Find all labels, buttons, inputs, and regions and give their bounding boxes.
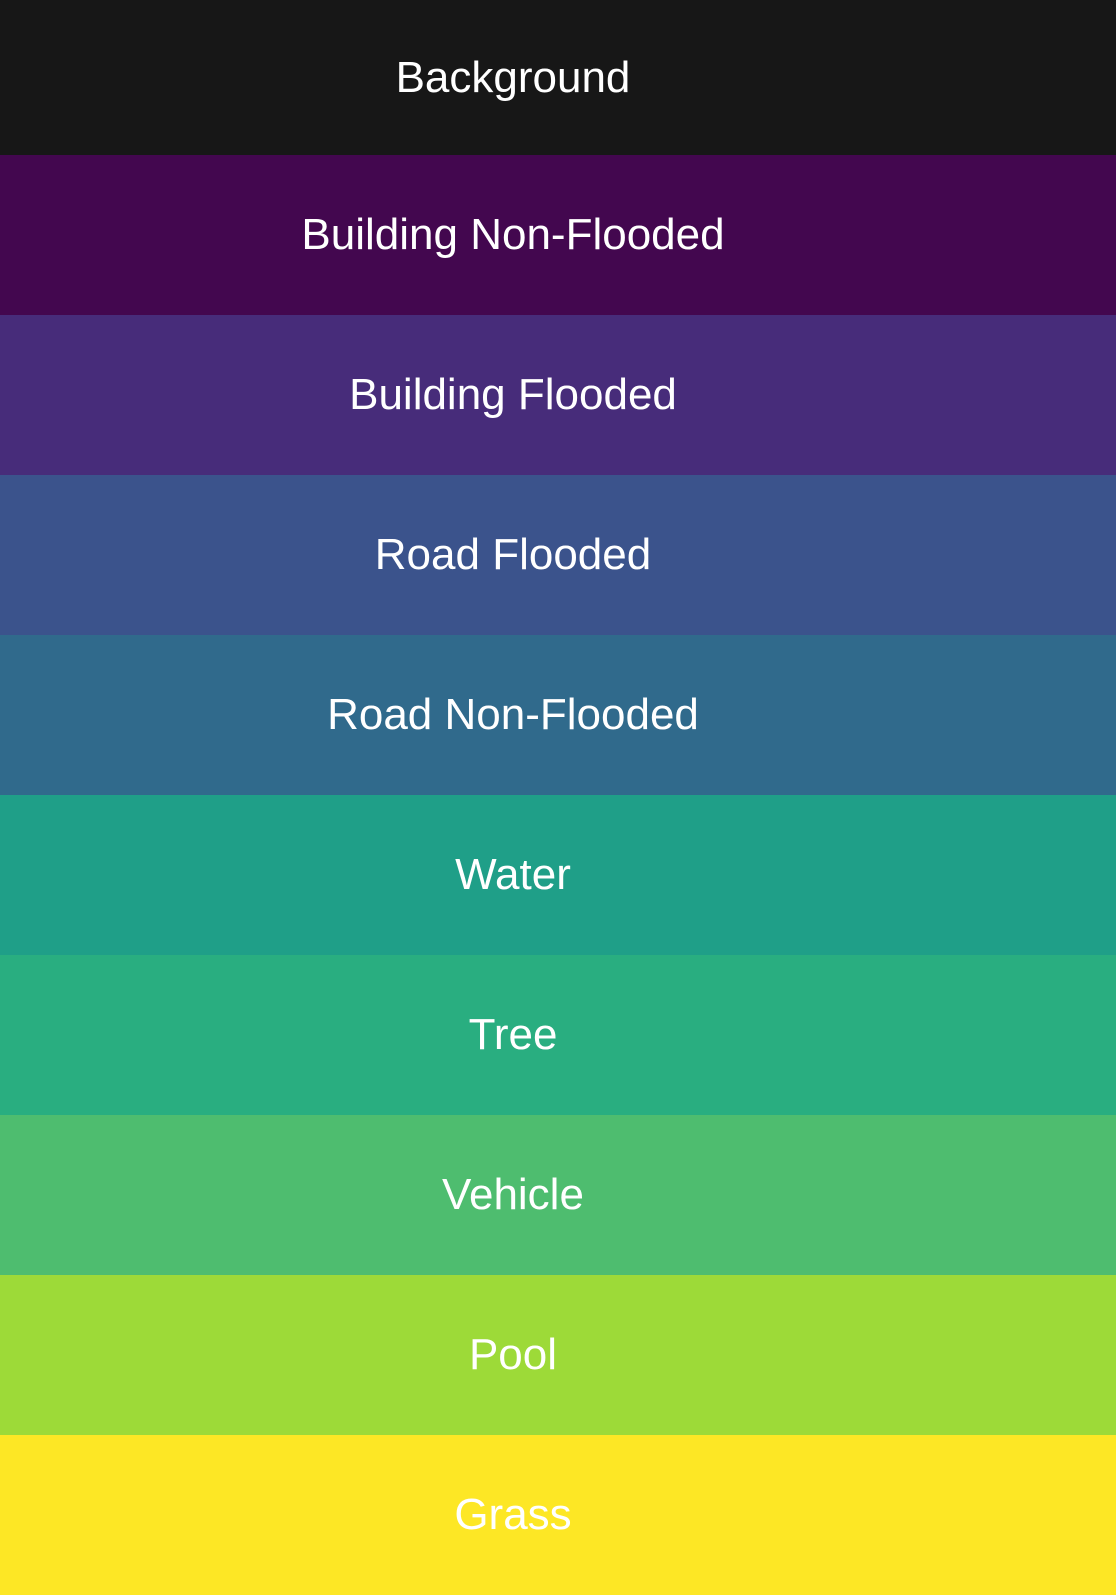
legend-band-building-flooded: Building Flooded xyxy=(0,315,1116,475)
legend-label-tree: Tree xyxy=(468,1010,558,1059)
legend-band-road-flooded: Road Flooded xyxy=(0,475,1116,635)
legend-label-background: Background xyxy=(395,52,631,102)
legend-label-water: Water xyxy=(455,850,571,899)
legend-band-tree: Tree xyxy=(0,955,1116,1115)
legend-label-grass: Grass xyxy=(454,1490,572,1539)
legend-label-vehicle: Vehicle xyxy=(442,1170,584,1219)
legend-label-pool: Pool xyxy=(468,1330,558,1379)
legend-band-vehicle: Vehicle xyxy=(0,1115,1116,1275)
legend-label-building-non-flooded: Building Non-Flooded xyxy=(301,210,725,259)
legend-band-road-non-flooded: Road Non-Flooded xyxy=(0,635,1116,795)
legend-band-background: Background xyxy=(0,0,1116,155)
legend-band-water: Water xyxy=(0,795,1116,955)
legend-label-building-flooded: Building Flooded xyxy=(349,370,677,419)
legend-label-road-flooded: Road Flooded xyxy=(374,530,652,579)
legend-band-pool: Pool xyxy=(0,1275,1116,1435)
legend-band-building-non-flooded: Building Non-Flooded xyxy=(0,155,1116,315)
legend-band-grass: Grass xyxy=(0,1435,1116,1595)
legend-label-road-non-flooded: Road Non-Flooded xyxy=(327,690,699,739)
class-color-legend: Background Building Non-Flooded Building… xyxy=(0,0,1116,1595)
